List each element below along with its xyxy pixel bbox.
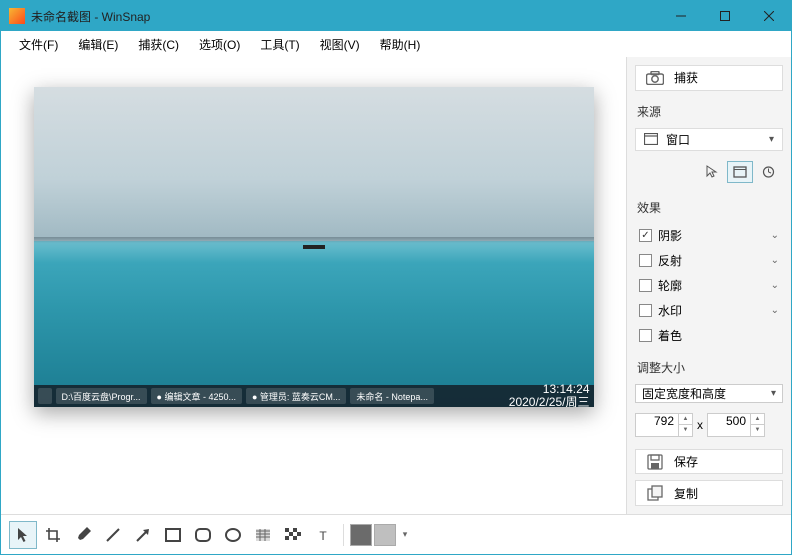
rounded-rectangle-tool[interactable] xyxy=(189,521,217,549)
titlebar: 未命名截图 - WinSnap xyxy=(1,1,791,31)
select-tool[interactable] xyxy=(9,521,37,549)
taskbar-item: D:\百度云盘\Progr... xyxy=(56,388,147,404)
crop-tool[interactable] xyxy=(39,521,67,549)
resize-section-label: 调整大小 xyxy=(635,357,783,378)
menu-tools[interactable]: 工具(T) xyxy=(252,32,307,57)
minimize-button[interactable] xyxy=(659,1,703,31)
captured-screenshot[interactable]: D:\百度云盘\Progr... ● 编辑文章 - 4250... ● 管理员:… xyxy=(34,87,594,407)
save-icon xyxy=(646,453,664,471)
height-input[interactable]: 500 ▲▼ xyxy=(707,413,765,437)
blur-tool[interactable] xyxy=(249,521,277,549)
save-button[interactable]: 保存 xyxy=(635,449,783,475)
source-dropdown[interactable]: 窗口 ▾ xyxy=(635,128,783,151)
timer-mode-button[interactable] xyxy=(755,161,781,183)
effect-outline[interactable]: 轮廓⌄ xyxy=(635,274,783,297)
foreground-color-swatch[interactable] xyxy=(350,524,372,546)
menu-help[interactable]: 帮助(H) xyxy=(372,32,429,57)
effect-reflection[interactable]: 反射⌄ xyxy=(635,249,783,272)
checkbox-icon xyxy=(639,329,652,342)
chevron-down-icon: ▾ xyxy=(771,388,776,399)
effect-coloring[interactable]: 着色 xyxy=(635,324,783,347)
source-value: 窗口 xyxy=(666,131,690,148)
start-icon xyxy=(38,388,52,404)
spin-up-icon[interactable]: ▲ xyxy=(678,414,692,426)
checkbox-icon xyxy=(639,279,652,292)
background-color-swatch[interactable] xyxy=(374,524,396,546)
screenshot-taskbar: D:\百度云盘\Progr... ● 编辑文章 - 4250... ● 管理员:… xyxy=(34,385,594,407)
resize-mode-dropdown[interactable]: 固定宽度和高度 ▾ xyxy=(635,384,783,403)
effects-section-label: 效果 xyxy=(635,197,783,218)
color-chevron[interactable]: ▾ xyxy=(398,521,412,549)
text-tool[interactable]: T xyxy=(309,521,337,549)
menu-view[interactable]: 视图(V) xyxy=(312,32,368,57)
source-section-label: 来源 xyxy=(635,101,783,122)
chevron-down-icon: ⌄ xyxy=(771,230,779,241)
copy-label: 复制 xyxy=(674,485,698,502)
effect-shadow[interactable]: ✓阴影⌄ xyxy=(635,224,783,247)
canvas-area: D:\百度云盘\Progr... ● 编辑文章 - 4250... ● 管理员:… xyxy=(1,57,626,514)
taskbar-clock: 13:14:242020/2/25/周三 xyxy=(509,383,590,407)
line-tool[interactable] xyxy=(99,521,127,549)
pixelate-tool[interactable] xyxy=(279,521,307,549)
window-title: 未命名截图 - WinSnap xyxy=(31,8,659,25)
menu-file[interactable]: 文件(F) xyxy=(11,32,66,57)
chevron-down-icon: ▾ xyxy=(769,134,774,145)
close-button[interactable] xyxy=(747,1,791,31)
camera-icon xyxy=(646,69,664,87)
window-icon xyxy=(644,133,658,145)
arrow-tool[interactable] xyxy=(129,521,157,549)
taskbar-item: ● 管理员: 蓝奏云CM... xyxy=(246,388,346,404)
spin-down-icon[interactable]: ▼ xyxy=(678,425,692,436)
dimension-separator: x xyxy=(697,418,703,432)
checkbox-icon: ✓ xyxy=(639,229,652,242)
capture-label: 捕获 xyxy=(674,69,698,86)
svg-text:T: T xyxy=(319,529,327,542)
copy-button[interactable]: 复制 xyxy=(635,480,783,506)
side-panel: 捕获 来源 窗口 ▾ 效果 ✓阴影⌄ 反射⌄ 轮廓⌄ 水印⌄ 着色 调整大小 固… xyxy=(626,57,791,514)
drawing-toolbar: T ▾ xyxy=(1,514,791,554)
effect-watermark[interactable]: 水印⌄ xyxy=(635,299,783,322)
menu-edit[interactable]: 编辑(E) xyxy=(70,32,126,57)
taskbar-item: 未命名 - Notepa... xyxy=(350,388,434,404)
spin-up-icon[interactable]: ▲ xyxy=(750,414,764,426)
maximize-button[interactable] xyxy=(703,1,747,31)
app-icon xyxy=(9,8,25,24)
capture-button[interactable]: 捕获 xyxy=(635,65,783,91)
chevron-down-icon: ⌄ xyxy=(771,280,779,291)
width-input[interactable]: 792 ▲▼ xyxy=(635,413,693,437)
region-mode-button[interactable] xyxy=(727,161,753,183)
checkbox-icon xyxy=(639,254,652,267)
menu-options[interactable]: 选项(O) xyxy=(191,32,248,57)
checkbox-icon xyxy=(639,304,652,317)
pointer-mode-button[interactable] xyxy=(699,161,725,183)
taskbar-item: ● 编辑文章 - 4250... xyxy=(151,388,242,404)
chevron-down-icon: ⌄ xyxy=(771,305,779,316)
menubar: 文件(F) 编辑(E) 捕获(C) 选项(O) 工具(T) 视图(V) 帮助(H… xyxy=(1,31,791,57)
pen-tool[interactable] xyxy=(69,521,97,549)
copy-icon xyxy=(646,484,664,502)
save-label: 保存 xyxy=(674,453,698,470)
rectangle-tool[interactable] xyxy=(159,521,187,549)
ellipse-tool[interactable] xyxy=(219,521,247,549)
chevron-down-icon: ⌄ xyxy=(771,255,779,266)
spin-down-icon[interactable]: ▼ xyxy=(750,425,764,436)
menu-capture[interactable]: 捕获(C) xyxy=(130,32,187,57)
